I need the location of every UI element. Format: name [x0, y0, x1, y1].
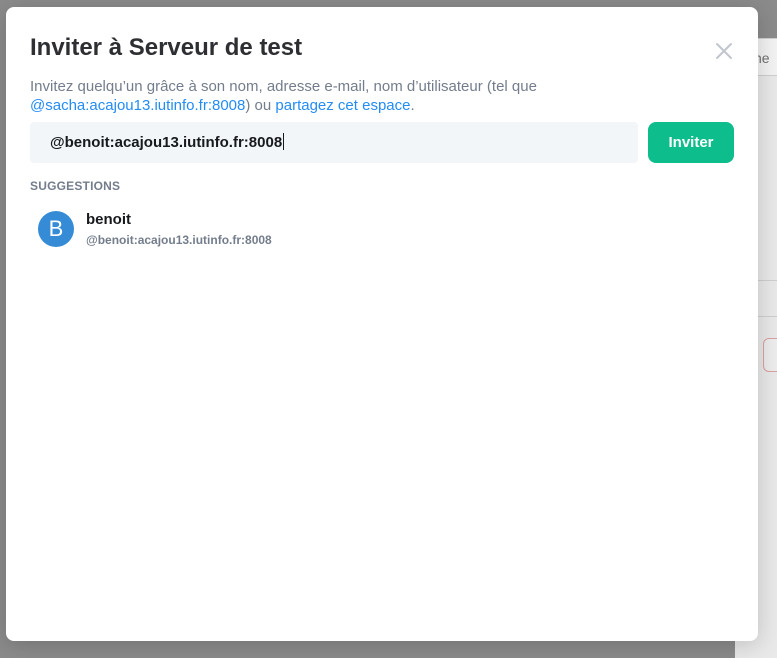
close-button[interactable]	[713, 40, 735, 62]
share-space-link[interactable]: partagez cet espace	[275, 97, 410, 114]
invite-dialog: Inviter à Serveur de test Invitez quelqu…	[6, 7, 758, 641]
background-divider	[758, 316, 777, 317]
description-text: ) ou	[245, 97, 276, 114]
background-divider	[758, 280, 777, 281]
suggestion-name: benoit	[86, 211, 131, 228]
invite-input[interactable]: @benoit:acajou13.iutinfo.fr:8008	[30, 122, 638, 163]
invite-button[interactable]: Inviter	[648, 122, 734, 163]
description-text: Invitez quelqu’un grâce à son nom, adres…	[30, 78, 537, 95]
text-caret	[283, 133, 285, 150]
input-text: @benoit:acajou13.iutinfo.fr:8008	[50, 134, 283, 151]
suggestion-user-id: @benoit:acajou13.iutinfo.fr:8008	[86, 233, 272, 247]
invite-input-value[interactable]: @benoit:acajou13.iutinfo.fr:8008	[50, 122, 285, 163]
description-text: .	[410, 97, 415, 114]
close-icon	[716, 43, 732, 59]
example-user-link[interactable]: @sacha:acajou13.iutinfo.fr:8008	[30, 97, 245, 114]
avatar: B	[38, 211, 74, 247]
dialog-description: Invitez quelqu’un grâce à son nom, adres…	[30, 77, 730, 115]
background-button	[763, 338, 777, 372]
dialog-title: Inviter à Serveur de test	[30, 34, 303, 61]
suggestions-heading: SUGGESTIONS	[30, 179, 121, 193]
suggestion-item[interactable]: B benoit @benoit:acajou13.iutinfo.fr:800…	[30, 205, 730, 255]
